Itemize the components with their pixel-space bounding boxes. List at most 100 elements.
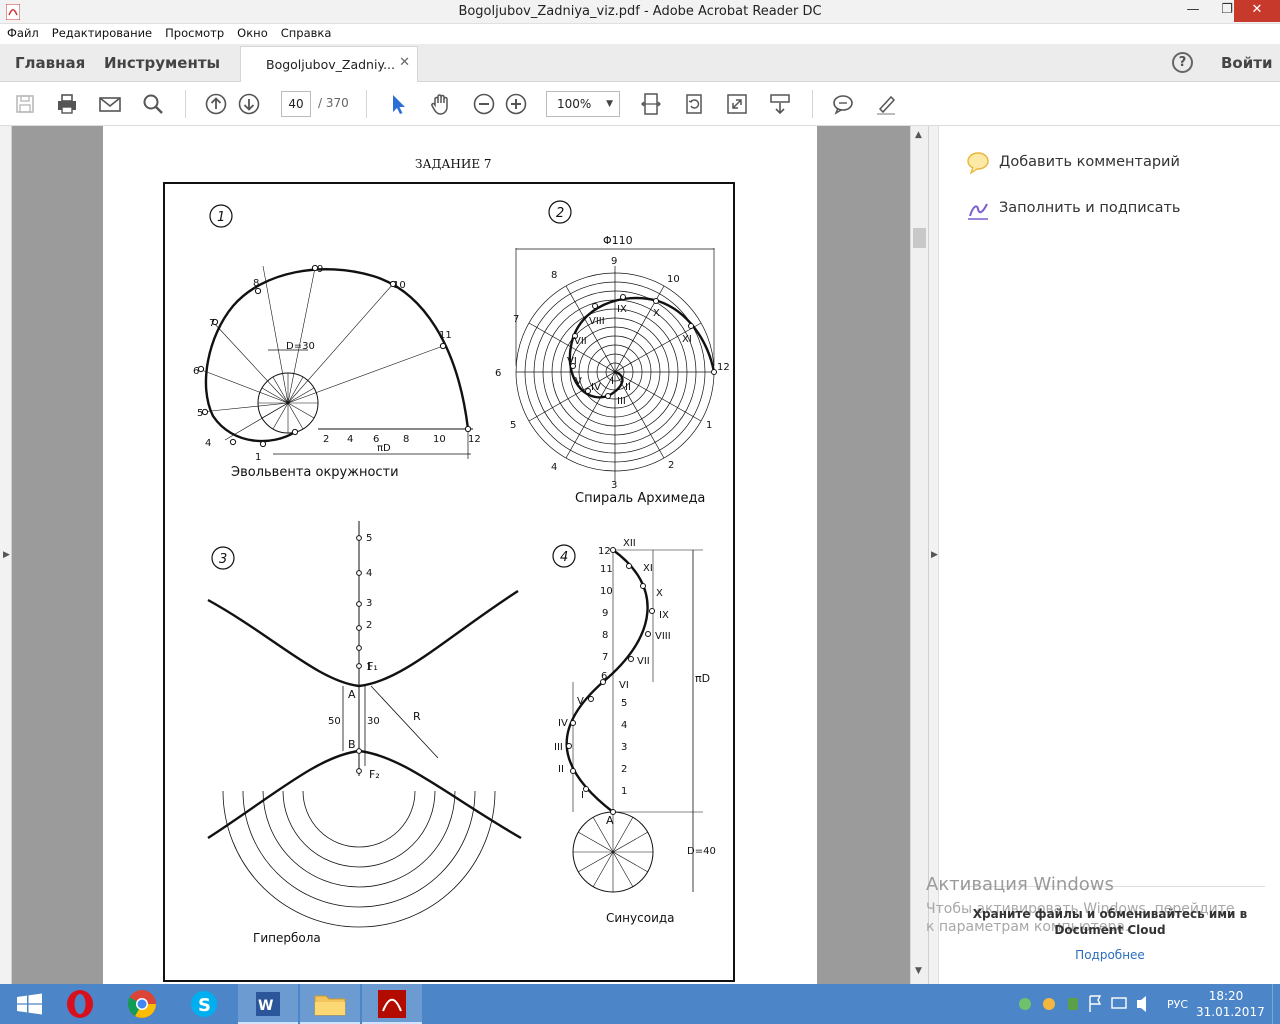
involute-point-label: 9 — [317, 264, 323, 275]
radius-r-label: R — [413, 710, 421, 723]
radial-label: 6 — [495, 368, 501, 379]
menu-view[interactable]: Просмотр — [158, 24, 230, 40]
roman-label: III — [617, 396, 626, 407]
search-icon[interactable] — [140, 91, 166, 117]
figure-sinusoid: 4 12 11 10 9 8 7 6 5 4 3 2 1 XII XI X IX… — [552, 538, 716, 925]
vertical-scrollbar[interactable]: ▲ ▼ — [910, 126, 928, 984]
sinusoid-label: 1 — [621, 786, 627, 797]
tools-pane-toggle[interactable]: ▶ — [929, 126, 939, 984]
sinusoid-roman: III — [554, 742, 563, 753]
pdf-page: ЗАДАНИЕ 7 1 D=30 πD 2 4 6 8 10 12 1 4 5 … — [103, 126, 817, 984]
sinusoid-roman: VIII — [655, 631, 671, 642]
zoom-level-dropdown[interactable]: 100% ▼ — [546, 91, 620, 117]
tab-document[interactable]: Bogoljubov_Zadniy... ✕ — [240, 46, 418, 82]
involute-point-label: 1 — [255, 452, 261, 463]
dim-pid-label: πD — [695, 672, 710, 685]
sinusoid-roman: VII — [637, 656, 650, 667]
opera-icon[interactable] — [50, 984, 110, 1024]
tab-tools[interactable]: Инструменты — [104, 54, 220, 72]
point-a-label: A — [348, 688, 356, 701]
toolbar-divider — [185, 90, 186, 118]
involute-point-label: 4 — [205, 438, 211, 449]
tray-app-icon — [1089, 995, 1102, 1012]
roman-label: X — [653, 308, 660, 319]
hand-tool-icon[interactable] — [428, 91, 454, 117]
sinusoid-roman: I — [581, 790, 584, 801]
email-icon[interactable] — [97, 91, 123, 117]
minimize-button[interactable]: — — [1176, 0, 1210, 22]
scroll-up-icon[interactable]: ▲ — [915, 130, 922, 140]
page-number-input[interactable]: 40 — [281, 91, 311, 117]
zoom-in-icon[interactable] — [503, 91, 529, 117]
tab-close-icon[interactable]: ✕ — [399, 55, 410, 70]
comment-icon[interactable] — [830, 91, 856, 117]
zoom-out-icon[interactable] — [471, 91, 497, 117]
axis-label: 5 — [366, 533, 372, 544]
print-icon[interactable] — [54, 91, 80, 117]
toolbar: 40 / 370 100% ▼ — [0, 82, 1280, 126]
figure-3-number: 3 — [219, 552, 227, 567]
scale-label: 2 — [323, 434, 329, 445]
window-title: Bogoljubov_Zadniya_viz.pdf - Adobe Acrob… — [458, 4, 822, 19]
scroll-mode-icon[interactable] — [767, 91, 793, 117]
figure-2-number: 2 — [556, 206, 564, 221]
sinusoid-label: 9 — [602, 608, 608, 619]
roman-label: XI — [682, 334, 692, 345]
rotate-icon[interactable] — [681, 91, 707, 117]
point-b-label: B — [348, 738, 356, 751]
sinusoid-label: 11 — [600, 564, 613, 575]
skype-icon[interactable]: S — [174, 984, 234, 1024]
prev-page-icon[interactable] — [203, 91, 229, 117]
scale-label: 4 — [347, 434, 353, 445]
signin-button[interactable]: Войти — [1221, 54, 1272, 72]
show-desktop-button[interactable] — [1272, 984, 1280, 1024]
clock-date: 31.01.2017 — [1196, 1005, 1265, 1019]
sinusoid-roman: X — [656, 588, 663, 599]
save-icon[interactable] — [12, 91, 38, 117]
page-total: / 370 — [318, 96, 349, 110]
acrobat-taskbar-icon[interactable] — [362, 984, 422, 1024]
left-panel-toggle[interactable]: ▶ — [0, 126, 12, 984]
acrobat-reader-window: Bogoljubov_Zadniya_viz.pdf - Adobe Acrob… — [0, 0, 1280, 1024]
language-indicator[interactable]: РУС — [1167, 998, 1188, 1011]
point-a-label: A — [606, 814, 614, 827]
close-window-button[interactable]: ✕ — [1234, 0, 1280, 22]
scroll-down-icon[interactable]: ▼ — [915, 966, 922, 976]
sinusoid-label: 10 — [600, 586, 613, 597]
menu-file[interactable]: Файл — [0, 24, 45, 40]
menu-bar: Файл Редактирование Просмотр Окно Справка — [0, 24, 1280, 44]
sinusoid-label: 8 — [602, 630, 608, 641]
page-fit-icon[interactable] — [638, 91, 664, 117]
file-explorer-icon[interactable] — [300, 984, 360, 1024]
dim-diameter-label: Φ110 — [603, 234, 633, 247]
scrollbar-thumb[interactable] — [913, 228, 926, 248]
sinusoid-roman: V — [577, 696, 584, 707]
help-icon[interactable]: ? — [1172, 52, 1193, 73]
select-cursor-icon[interactable] — [385, 91, 411, 117]
tab-home[interactable]: Главная — [15, 54, 85, 72]
highlight-pen-icon[interactable] — [873, 91, 899, 117]
fill-sign-label: Заполнить и подписать — [999, 200, 1181, 216]
technical-drawing: ЗАДАНИЕ 7 1 D=30 πD 2 4 6 8 10 12 1 4 5 … — [163, 157, 735, 982]
scale-label: 12 — [468, 434, 481, 445]
title-bar: Bogoljubov_Zadniya_viz.pdf - Adobe Acrob… — [0, 0, 1280, 24]
system-clock[interactable]: 18:20 31.01.2017 — [1196, 988, 1265, 1020]
next-page-icon[interactable] — [236, 91, 262, 117]
svg-text:S: S — [198, 995, 211, 1016]
sinusoid-label: 7 — [602, 652, 608, 663]
roman-label: VII — [574, 336, 587, 347]
toolbar-divider — [812, 90, 813, 118]
windows-activation-title: Активация Windows — [926, 874, 1114, 895]
radial-label: 2 — [668, 460, 674, 471]
involute-point-label: 7 — [209, 318, 215, 329]
tray-app-icon — [1068, 998, 1078, 1010]
word-icon[interactable]: W — [238, 984, 298, 1024]
menu-edit[interactable]: Редактирование — [45, 24, 158, 40]
roman-label: V — [575, 376, 582, 387]
full-screen-icon[interactable] — [724, 91, 750, 117]
figure-involute: 1 D=30 πD 2 4 6 8 10 12 1 4 5 6 7 8 9 10… — [193, 204, 481, 480]
promo-more-link[interactable]: Подробнее — [970, 948, 1250, 962]
chrome-icon[interactable] — [112, 984, 172, 1024]
menu-help[interactable]: Справка — [274, 24, 338, 40]
menu-window[interactable]: Окно — [230, 24, 274, 40]
